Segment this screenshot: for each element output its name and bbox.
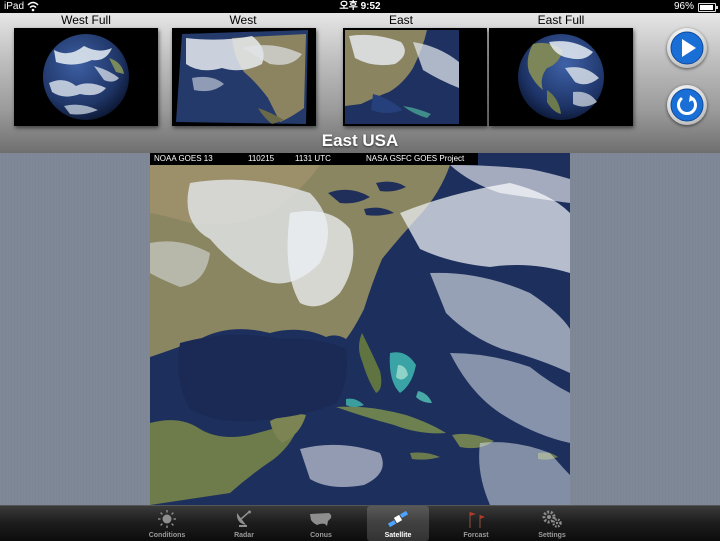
tab-label: Conditions bbox=[148, 532, 186, 539]
thumbnail-panel: West Full West East East Full East USA bbox=[0, 13, 720, 153]
tab-label: Settings bbox=[538, 532, 566, 539]
satellite-date: 110215 bbox=[248, 154, 275, 163]
full-disk-earth-image bbox=[43, 34, 129, 120]
east-usa-satellite-image bbox=[150, 153, 570, 505]
satellite-time: 1131 UTC bbox=[295, 154, 331, 163]
tab-label: Conus bbox=[310, 532, 332, 539]
thumb-caption-east-full: East Full bbox=[537, 13, 585, 27]
satellite-credit: NASA GSFC GOES Project bbox=[366, 154, 465, 163]
tab-bar: Conditions Radar Conus Satellite Forcast… bbox=[0, 505, 720, 541]
thumb-caption-west: West bbox=[229, 13, 257, 27]
tab-radar[interactable]: Radar bbox=[213, 506, 275, 541]
thumbnail-east-full[interactable] bbox=[489, 28, 633, 126]
tab-conditions[interactable]: Conditions bbox=[136, 506, 198, 541]
radar-dish-icon bbox=[236, 510, 251, 527]
usa-map-icon bbox=[310, 513, 332, 526]
sun-icon bbox=[158, 510, 176, 528]
tab-conus[interactable]: Conus bbox=[290, 506, 352, 541]
status-bar: iPad 오후 9:52 96% bbox=[0, 0, 720, 13]
play-button[interactable] bbox=[667, 28, 707, 68]
thumb-caption-west-full: West Full bbox=[61, 13, 111, 27]
battery-icon bbox=[698, 3, 718, 12]
tab-label: Satellite bbox=[384, 532, 412, 539]
east-usa-satellite-image bbox=[343, 28, 487, 126]
tab-label: Radar bbox=[234, 532, 254, 539]
tab-satellite[interactable]: Satellite bbox=[367, 506, 429, 541]
tab-label: Forcast bbox=[463, 532, 489, 539]
thumbnail-west[interactable] bbox=[172, 28, 316, 126]
satellite-icon bbox=[387, 510, 409, 528]
flags-icon bbox=[469, 512, 485, 528]
gears-icon bbox=[542, 510, 562, 528]
battery-percent: 96% bbox=[673, 1, 694, 12]
west-usa-satellite-image bbox=[172, 28, 316, 126]
thumbnail-east[interactable] bbox=[343, 28, 487, 126]
play-icon bbox=[670, 31, 704, 65]
refresh-icon bbox=[670, 88, 704, 122]
tab-settings[interactable]: Settings bbox=[521, 506, 583, 541]
refresh-button[interactable] bbox=[667, 85, 707, 125]
satellite-source: NOAA GOES 13 bbox=[154, 154, 213, 163]
satellite-image-east-usa[interactable]: NOAA GOES 13 110215 1131 UTC NASA GSFC G… bbox=[150, 153, 570, 505]
satellite-caption-bar: NOAA GOES 13 110215 1131 UTC NASA GSFC G… bbox=[150, 153, 478, 165]
view-title: East USA bbox=[321, 131, 399, 150]
tab-forcast[interactable]: Forcast bbox=[445, 506, 507, 541]
thumbnail-west-full[interactable] bbox=[14, 28, 158, 126]
full-disk-earth-image bbox=[518, 34, 604, 120]
clock: 오후 9:52 bbox=[339, 1, 381, 12]
thumb-caption-east: East bbox=[388, 13, 413, 27]
